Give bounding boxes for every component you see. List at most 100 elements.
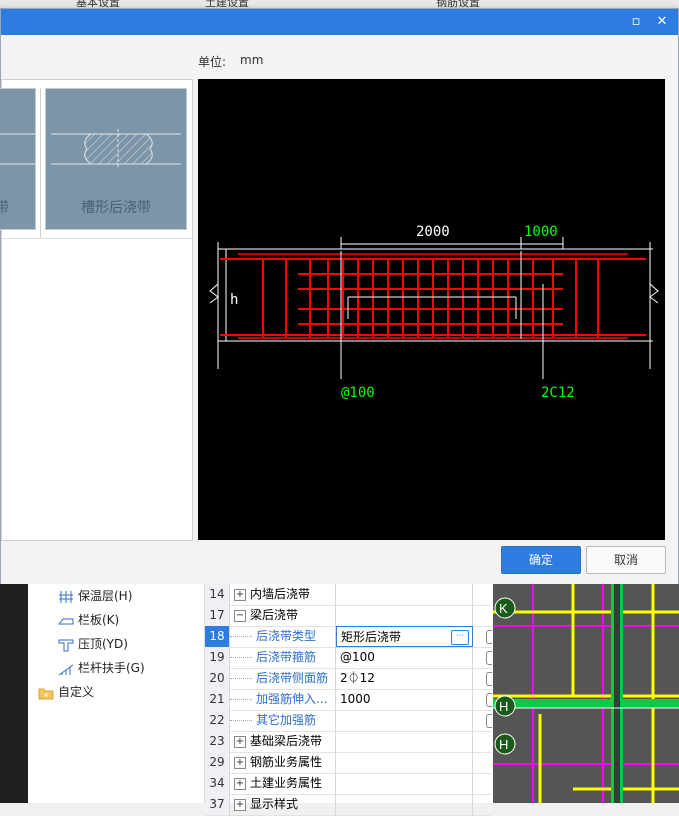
ellipsis-button[interactable]: ··· [451, 630, 469, 645]
property-row[interactable]: 18 后浇带类型 矩形后浇带 ··· [205, 626, 492, 648]
tree-item-insulation[interactable]: 保温层(H) [58, 586, 132, 606]
unit-value: mm [240, 53, 264, 67]
expand-icon[interactable]: + [234, 777, 246, 790]
tree-item-label: 压顶(YD) [78, 637, 128, 651]
property-value-cell[interactable] [336, 605, 473, 626]
property-value-cell[interactable] [336, 710, 473, 731]
beam-post-pour-strip-drawing: h 2000 1000 @100 2C12 [209, 224, 659, 401]
property-name: 显示样式 [250, 797, 299, 811]
attribute-checkbox[interactable] [486, 630, 492, 644]
close-icon: ✕ [656, 14, 668, 29]
tree-item-label: 栏杆扶手(G) [78, 661, 145, 675]
property-row[interactable]: 19 后浇带箍筋 @100 [205, 647, 492, 669]
left-dark-strip [0, 584, 28, 803]
property-name: 土建业务属性 [250, 776, 323, 790]
property-row[interactable]: 29 + 钢筋业务属性 [205, 752, 491, 774]
property-name-cell: 加强筋伸入... [230, 689, 336, 710]
property-row[interactable]: 37 + 显示样式 [205, 794, 491, 816]
property-name: 后浇带箍筋 [256, 650, 317, 664]
component-tree: 保温层(H) 栏板(K) 压顶(YD) 栏杆扶手(G) 自定义 [28, 584, 205, 803]
property-value-cell[interactable] [336, 731, 473, 752]
row-number: 20 [205, 668, 230, 689]
thumbnail-label: 带 [0, 200, 9, 216]
axis-label-h: H [499, 699, 508, 714]
expand-icon[interactable]: + [234, 756, 246, 769]
property-row[interactable]: 22 其它加强筋 [205, 710, 492, 732]
row-number: 22 [205, 710, 230, 731]
folder-icon [38, 686, 54, 700]
property-name-cell: + 土建业务属性 [230, 773, 336, 794]
property-value-cell[interactable] [336, 794, 473, 815]
thumbnail-groove-strip[interactable]: 槽形后浇带 [45, 88, 187, 230]
row-number: 17 [205, 605, 230, 626]
property-value-cell[interactable]: @100 [336, 647, 473, 668]
tree-item-label: 保温层(H) [78, 589, 133, 603]
coping-icon [58, 638, 74, 652]
tree-connector [230, 636, 252, 637]
row-number: 37 [205, 794, 230, 815]
row-number: 23 [205, 731, 230, 752]
property-row[interactable]: 20 后浇带侧面筋 2⏀12 [205, 668, 492, 690]
expand-icon[interactable]: + [234, 735, 246, 748]
anchorage-dimension: 1000 [524, 224, 558, 240]
railing-icon [58, 662, 74, 676]
property-row[interactable]: 34 + 土建业务属性 [205, 773, 491, 795]
property-row[interactable]: 14 + 内墙后浇带 [205, 584, 491, 606]
thumbnail-label-groove: 槽形后浇带 [81, 200, 151, 216]
attribute-checkbox[interactable] [486, 714, 492, 728]
tree-connector [230, 657, 252, 658]
cad-plan-view[interactable]: K H H [493, 584, 679, 803]
property-value: 1000 [340, 692, 371, 706]
insulation-icon [58, 590, 74, 604]
property-name-cell: + 钢筋业务属性 [230, 752, 336, 773]
attribute-checkbox[interactable] [486, 693, 492, 707]
property-name-cell: + 基础梁后浇带 [230, 731, 336, 752]
row-number: 21 [205, 689, 230, 710]
section-preview-canvas: h 2000 1000 @100 2C12 [198, 79, 665, 540]
stirrup-spacing-label: @100 [341, 385, 375, 401]
side-bar-label: 2C12 [541, 385, 575, 401]
collapse-icon[interactable]: − [234, 609, 246, 622]
attribute-checkbox[interactable] [486, 672, 492, 686]
close-button[interactable]: ✕ [651, 12, 673, 32]
tree-connector [230, 699, 252, 700]
row-number: 29 [205, 752, 230, 773]
expand-icon[interactable]: + [234, 798, 246, 811]
property-name: 内墙后浇带 [250, 587, 311, 601]
strip-width-dimension: 2000 [416, 224, 450, 240]
cancel-button[interactable]: 取消 [586, 546, 666, 574]
property-value: @100 [340, 650, 375, 664]
row-number: 14 [205, 584, 230, 605]
ok-button[interactable]: 确定 [501, 546, 581, 574]
maximize-button[interactable]: ▫ [625, 12, 647, 32]
unit-label: 单位: [198, 55, 227, 69]
property-name: 加强筋伸入... [256, 692, 328, 706]
tree-item-label: 自定义 [58, 685, 95, 699]
property-row[interactable]: 21 加强筋伸入... 1000 [205, 689, 492, 711]
plan-view-drawing: K H H [493, 584, 679, 803]
property-value-cell[interactable] [336, 584, 473, 605]
property-value-cell[interactable] [336, 773, 473, 794]
parapet-icon [57, 614, 74, 628]
tree-item-railing[interactable]: 栏杆扶手(G) [58, 658, 145, 678]
property-value-cell[interactable] [336, 752, 473, 773]
tree-connector [230, 720, 252, 721]
thumbnail-divider [40, 88, 41, 238]
tree-item-custom[interactable]: 自定义 [38, 682, 94, 702]
property-value-cell[interactable]: 1000 [336, 689, 473, 710]
property-row[interactable]: 23 + 基础梁后浇带 [205, 731, 491, 753]
property-value-cell[interactable]: 2⏀12 [336, 668, 473, 689]
property-row[interactable]: 17− 梁后浇带 [205, 605, 491, 627]
expand-icon[interactable]: + [234, 588, 246, 601]
attribute-checkbox[interactable] [486, 651, 492, 665]
property-name-cell: 后浇带箍筋 [230, 647, 336, 668]
thumbnail-partial[interactable]: 带 [0, 88, 36, 230]
property-name: 基础梁后浇带 [250, 734, 323, 748]
property-name: 其它加强筋 [256, 713, 317, 727]
property-name: 后浇带类型 [256, 629, 317, 643]
tree-item-coping[interactable]: 压顶(YD) [58, 634, 128, 654]
property-name-cell: 后浇带类型 [230, 626, 336, 647]
property-value-cell[interactable]: 矩形后浇带 ··· [336, 626, 473, 647]
tree-item-parapet[interactable]: 栏板(K) [57, 610, 119, 630]
row-number: 19 [205, 647, 230, 668]
